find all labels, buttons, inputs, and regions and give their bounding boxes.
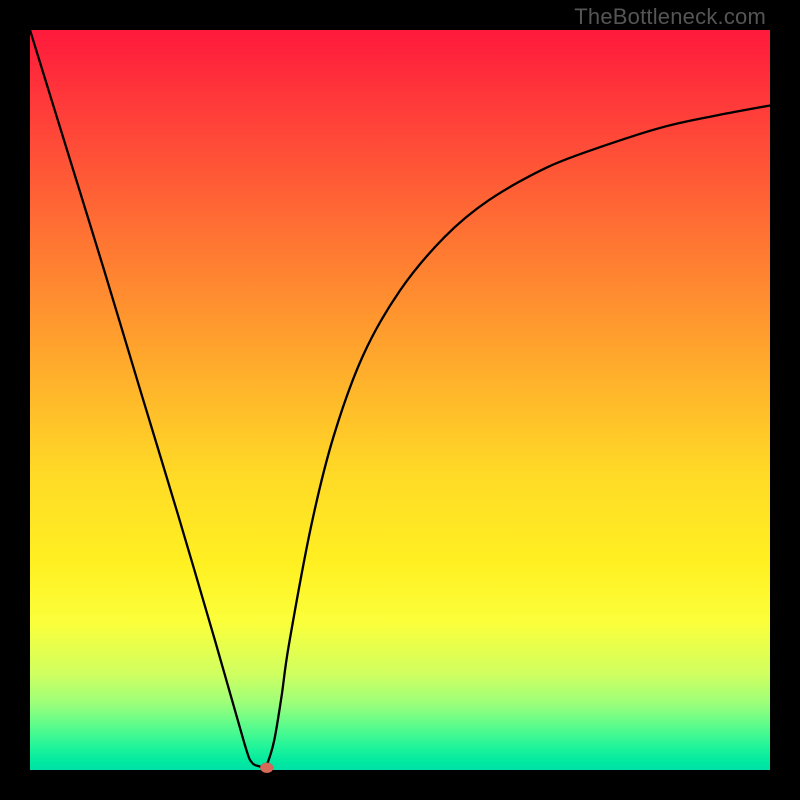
plot-area (30, 30, 770, 770)
bottleneck-curve (30, 30, 770, 768)
watermark-text: TheBottleneck.com (574, 4, 766, 30)
chart-frame: TheBottleneck.com (0, 0, 800, 800)
minimum-marker (260, 763, 273, 773)
curve-svg (30, 30, 770, 770)
